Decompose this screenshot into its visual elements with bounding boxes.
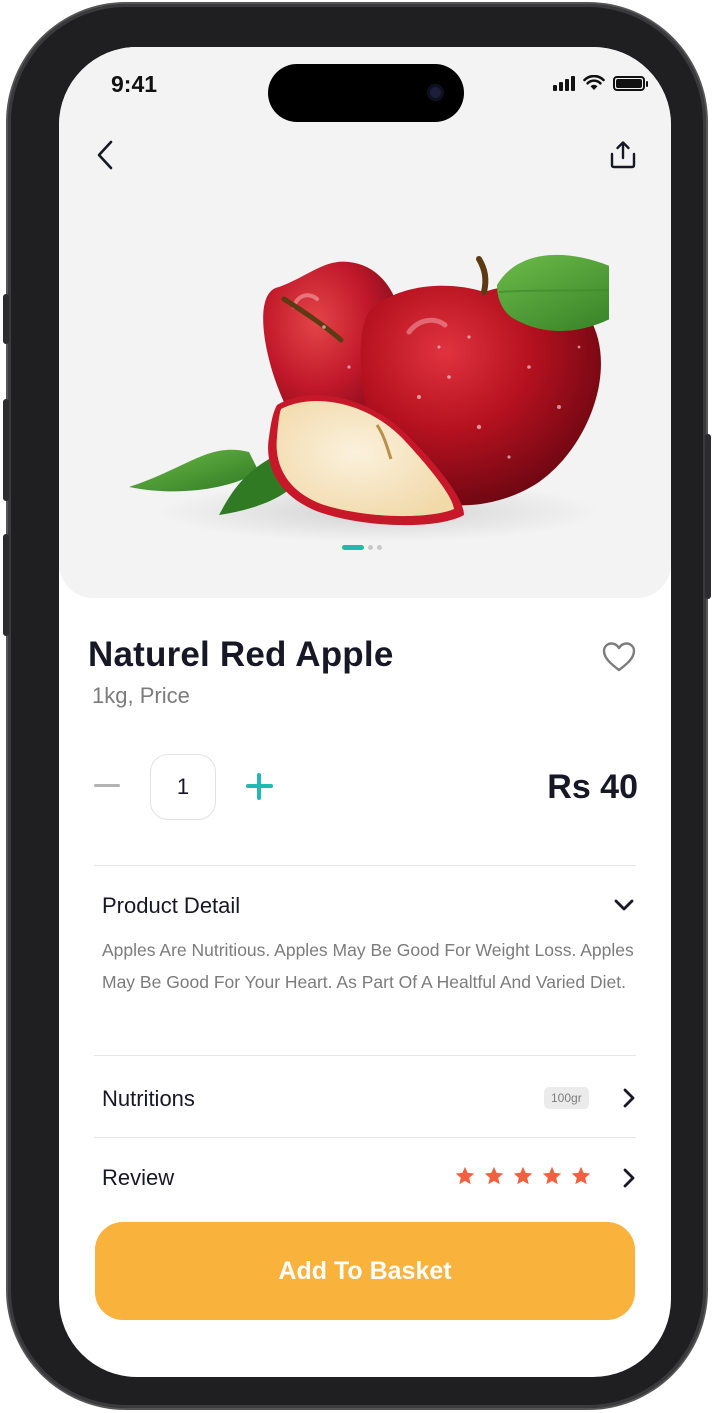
back-arrow-icon[interactable]: [85, 135, 125, 175]
star-icon: [455, 1166, 475, 1185]
status-time: 9:41: [111, 71, 158, 97]
product-hero: 9:41: [59, 47, 671, 598]
nutritions-badge: 100gr: [544, 1087, 589, 1109]
signal-icon: [553, 75, 575, 91]
review-title[interactable]: Review: [102, 1165, 174, 1191]
divider: [94, 1137, 636, 1138]
camera-icon: [427, 84, 444, 101]
carousel-dot[interactable]: [342, 545, 364, 550]
divider: [94, 1055, 636, 1056]
star-icon: [542, 1166, 562, 1185]
product-description: Apples Are Nutritious. Apples May Be Goo…: [102, 940, 634, 992]
image-carousel-dots[interactable]: [342, 545, 382, 550]
product-title: Naturel Red Apple: [88, 635, 394, 674]
quantity-increase-button[interactable]: [243, 769, 277, 803]
product-detail-title: Product Detail: [102, 893, 241, 918]
star-icon: [484, 1166, 504, 1185]
star-icon: [513, 1166, 533, 1185]
product-price: Rs 40: [547, 768, 638, 806]
heart-outline-icon[interactable]: [599, 637, 639, 677]
phone-frame: 9:41 Naturel Red Apple 1kg, Price 1 Rs 4…: [3, 4, 711, 1408]
silent-switch: [3, 294, 9, 344]
battery-icon: [613, 75, 648, 91]
chevron-right-icon[interactable]: [617, 1086, 641, 1110]
volume-down-button: [3, 534, 9, 636]
carousel-dot[interactable]: [368, 545, 373, 550]
divider: [94, 865, 636, 866]
screen: 9:41 Naturel Red Apple 1kg, Price 1 Rs 4…: [59, 47, 671, 1377]
minus-icon: [94, 783, 120, 787]
chevron-right-icon[interactable]: [617, 1166, 641, 1190]
volume-up-button: [3, 399, 9, 501]
nutritions-title[interactable]: Nutritions: [102, 1086, 195, 1112]
status-icons: [553, 75, 648, 91]
share-icon[interactable]: [603, 135, 643, 175]
carousel-dot[interactable]: [377, 545, 382, 550]
review-stars: [454, 1165, 592, 1187]
power-button: [705, 434, 711, 599]
quantity-decrease-button[interactable]: [91, 769, 123, 801]
product-subtitle: 1kg, Price: [92, 683, 190, 708]
star-icon: [571, 1166, 591, 1185]
add-to-basket-button[interactable]: Add To Basket: [95, 1222, 635, 1320]
quantity-value: 1: [150, 754, 216, 820]
chevron-down-icon[interactable]: [612, 893, 636, 917]
wifi-icon: [583, 75, 605, 90]
dynamic-island: [268, 64, 464, 122]
product-image: [129, 254, 609, 542]
